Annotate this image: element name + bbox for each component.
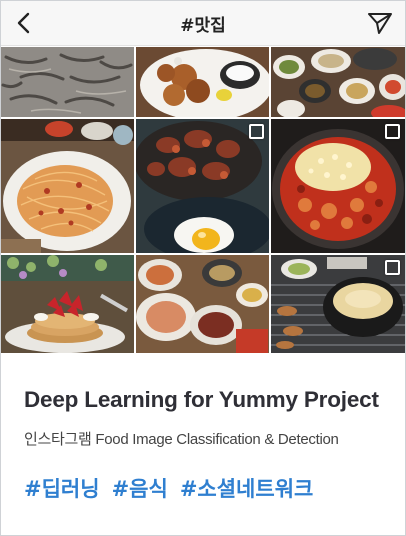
photo-tile-braised-octopus[interactable] [136,119,269,253]
page-title: #맛집 [180,16,226,36]
photo-tile-spaghetti[interactable] [1,119,134,253]
top-navigation-bar: #맛집 [1,1,405,46]
hashtag-social-network[interactable]: #소셜네트워크 [180,473,314,503]
side-dishes-photo [271,47,405,117]
project-headline: Deep Learning for Yummy Project [24,387,379,412]
project-subtitle: 인스타그램 Food Image Classification & Detect… [24,431,339,448]
table-spread-photo [136,255,269,353]
photo-grid [1,47,405,353]
cheese-stew-photo [271,119,405,253]
photo-tile-fried-chicken[interactable] [136,47,269,117]
multiple-images-icon [249,124,264,139]
fried-chicken-photo [136,47,269,117]
hashtag-deep-learning[interactable]: #딥러닝 [24,473,100,503]
shrimp-photo [1,47,134,117]
hashtag-list: #딥러닝 #음식 #소셜네트워크 [24,473,313,503]
multiple-images-icon [385,260,400,275]
paper-plane-icon [368,13,392,34]
share-button[interactable] [365,8,395,38]
app-frame: #맛집 Deep Learning for Yummy Project 인스타그… [0,0,406,536]
multiple-images-icon [385,124,400,139]
photo-tile-table-spread[interactable] [136,255,269,353]
photo-tile-side-dishes[interactable] [271,47,405,117]
photo-tile-shrimp[interactable] [1,47,134,117]
strawberry-pancake-photo [1,255,134,353]
caption-panel: Deep Learning for Yummy Project 인스타그램 Fo… [1,353,405,535]
photo-tile-cheese-stew[interactable] [271,119,405,253]
photo-tile-charcoal-grill[interactable] [271,255,405,353]
hashtag-food[interactable]: #음식 [112,473,168,503]
spaghetti-photo [1,119,134,253]
braised-octopus-photo [136,119,269,253]
photo-tile-strawberry-pancake[interactable] [1,255,134,353]
